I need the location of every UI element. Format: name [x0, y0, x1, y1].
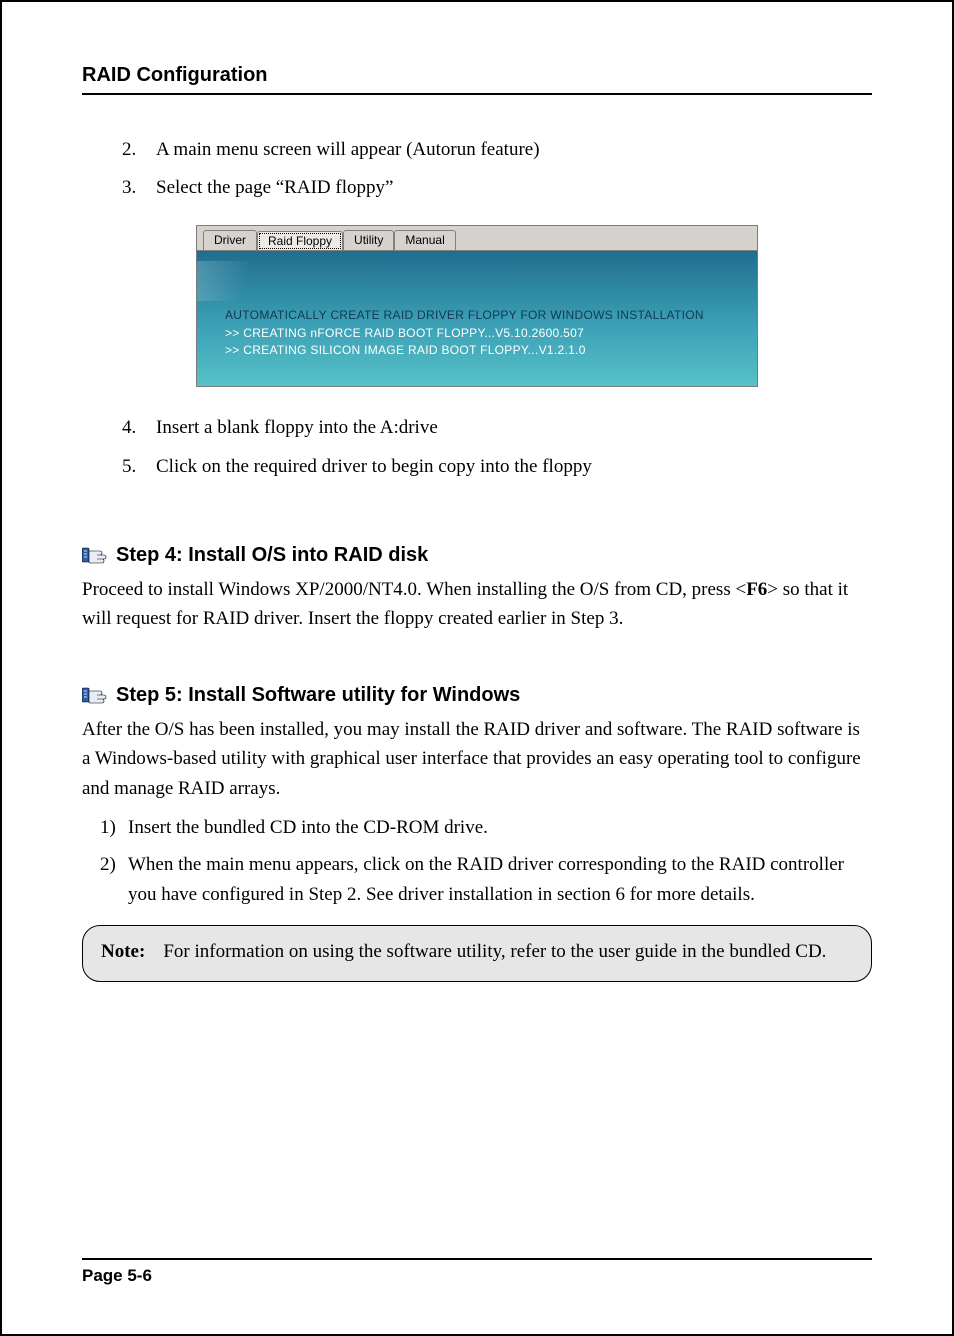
list-item: 4. Insert a blank floppy into the A:driv…: [122, 411, 872, 445]
list-number: 5.: [122, 450, 136, 484]
list-item: 2. A main menu screen will appear (Autor…: [122, 133, 872, 167]
pointing-hand-icon: [82, 685, 110, 705]
tab-strip: Driver Raid Floppy Utility Manual: [197, 226, 757, 250]
note-label: Note:: [101, 938, 145, 967]
list-number: 1): [100, 813, 116, 842]
list-item: 3. Select the page “RAID floppy”: [122, 171, 872, 205]
tab-driver[interactable]: Driver: [203, 230, 257, 250]
tab-manual[interactable]: Manual: [394, 230, 455, 250]
screenshot-line[interactable]: >> CREATING SILICON IMAGE RAID BOOT FLOP…: [225, 342, 743, 359]
list-item: 2) When the main menu appears, click on …: [100, 850, 872, 909]
page-title: RAID Configuration: [82, 64, 872, 95]
step-4-heading: Step 4: Install O/S into RAID disk: [82, 544, 872, 567]
screenshot-line[interactable]: >> CREATING nFORCE RAID BOOT FLOPPY...V5…: [225, 325, 743, 342]
list-text: Select the page “RAID floppy”: [156, 177, 393, 198]
step-title: Step 5: Install Software utility for Win…: [116, 684, 520, 707]
embedded-screenshot: Driver Raid Floppy Utility Manual AUTOMA…: [196, 225, 758, 387]
list-number: 4.: [122, 411, 136, 445]
step-title: Step 4: Install O/S into RAID disk: [116, 544, 428, 567]
paren-list: 1) Insert the bundled CD into the CD-ROM…: [82, 813, 872, 909]
screenshot-heading: AUTOMATICALLY CREATE RAID DRIVER FLOPPY …: [225, 307, 743, 324]
list-text: Insert a blank floppy into the A:drive: [156, 417, 438, 438]
note-box: Note: For information on using the softw…: [82, 925, 872, 982]
key-f6: F6: [746, 579, 767, 600]
ordered-list-top: 2. A main menu screen will appear (Autor…: [82, 133, 872, 205]
list-number: 3.: [122, 171, 136, 205]
list-number: 2.: [122, 133, 136, 167]
list-text: Insert the bundled CD into the CD-ROM dr…: [128, 817, 488, 838]
list-item: 1) Insert the bundled CD into the CD-ROM…: [100, 813, 872, 842]
list-text: When the main menu appears, click on the…: [128, 854, 844, 904]
step-5-body: After the O/S has been installed, you ma…: [82, 715, 872, 803]
step-4-body: Proceed to install Windows XP/2000/NT4.0…: [82, 575, 872, 634]
note-text: For information on using the software ut…: [163, 938, 826, 967]
list-item: 5. Click on the required driver to begin…: [122, 450, 872, 484]
page-footer: Page 5-6: [82, 1258, 872, 1286]
pointing-hand-icon: [82, 545, 110, 565]
screenshot-body: AUTOMATICALLY CREATE RAID DRIVER FLOPPY …: [197, 250, 757, 386]
ordered-list-continue: 4. Insert a blank floppy into the A:driv…: [82, 411, 872, 483]
tab-raid-floppy[interactable]: Raid Floppy: [257, 231, 343, 251]
step-5-heading: Step 5: Install Software utility for Win…: [82, 684, 872, 707]
list-text: Click on the required driver to begin co…: [156, 456, 592, 477]
list-number: 2): [100, 850, 116, 879]
document-page: RAID Configuration 2. A main menu screen…: [0, 0, 954, 1336]
text: Proceed to install Windows XP/2000/NT4.0…: [82, 579, 746, 600]
tab-utility[interactable]: Utility: [343, 230, 394, 250]
list-text: A main menu screen will appear (Autorun …: [156, 139, 540, 160]
